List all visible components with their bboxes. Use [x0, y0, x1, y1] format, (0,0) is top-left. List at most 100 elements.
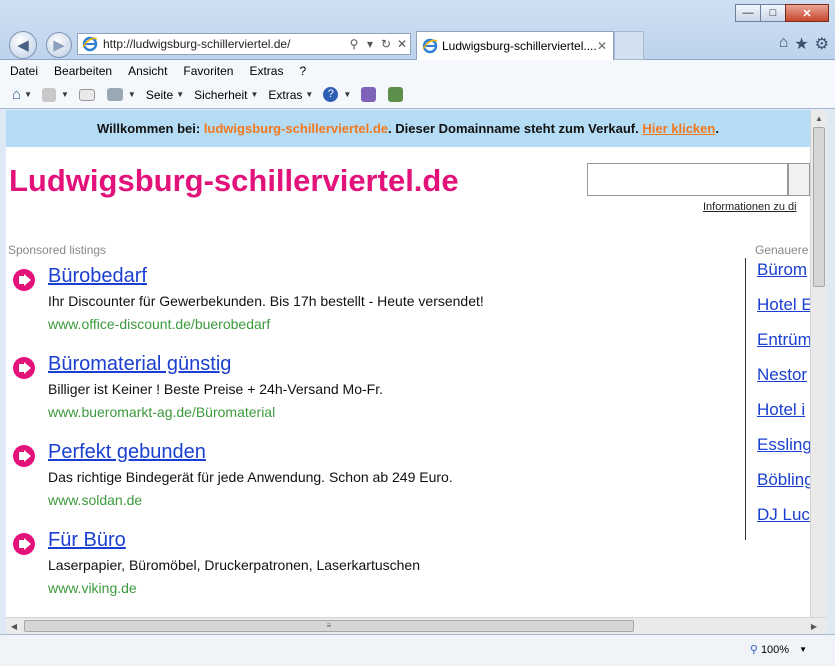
tools-menu-label: Extras [268, 87, 303, 102]
scroll-right-icon[interactable]: ▶ [806, 618, 822, 635]
banner-link[interactable]: Hier klicken [642, 121, 715, 136]
listing-title[interactable]: Büromaterial günstig [48, 353, 231, 376]
print-button[interactable]: ▼ [106, 88, 136, 101]
command-bar: ⌂ ▼ ▼ ▼ Seite ▼ Sicherheit ▼ Extras ▼ ? ▼ [0, 81, 835, 109]
menu-item-datei[interactable]: Datei [10, 64, 38, 78]
sponsored-listings-label: Sponsored listings [8, 243, 107, 257]
home-icon[interactable]: ⌂ [779, 34, 789, 54]
arrow-right-icon[interactable] [13, 269, 35, 291]
mail-button[interactable] [78, 88, 97, 101]
rss-feed-icon [41, 87, 56, 102]
related-link[interactable]: Entrüm [757, 330, 810, 350]
listing-description: Billiger ist Keiner ! Beste Preise + 24h… [48, 381, 383, 397]
close-tab-icon[interactable]: ✕ [597, 39, 613, 53]
listing-url[interactable]: www.viking.de [48, 580, 137, 596]
related-link[interactable]: Hotel E [757, 295, 810, 315]
horizontal-scroll-thumb[interactable]: ≡ [24, 620, 634, 632]
page-menu-label: Seite [145, 87, 174, 102]
tools-menu-button[interactable]: Extras ▼ [268, 88, 313, 102]
status-bar: ⚲ 100% ▼ [0, 634, 835, 666]
related-link[interactable]: Essling [757, 435, 810, 455]
listing-url[interactable]: www.office-discount.de/buerobedarf [48, 316, 270, 332]
dropdown-icon[interactable]: ▾ [362, 37, 378, 51]
menu-item-bearbeiten[interactable]: Bearbeiten [54, 64, 112, 78]
home-icon: ⌂ [12, 86, 22, 103]
help-icon: ? [323, 87, 339, 102]
tab-active[interactable]: Ludwigsburg-schillerviertel.... ✕ [416, 31, 614, 60]
maximize-button[interactable]: □ [760, 4, 786, 22]
zoom-control[interactable]: ⚲ 100% ▼ [749, 643, 807, 657]
related-link[interactable]: Böbling [757, 470, 810, 490]
arrow-right-icon[interactable] [13, 533, 35, 555]
messenger-icon [388, 87, 404, 102]
menu-item-extras[interactable]: Extras [249, 64, 283, 78]
sale-banner: Willkommen bei: ludwigsburg-schillervier… [6, 110, 810, 147]
arrow-right-icon[interactable] [13, 357, 35, 379]
new-tab-button[interactable] [614, 31, 644, 60]
scroll-left-icon[interactable]: ◀ [6, 618, 22, 635]
banner-domain: ludwigsburg-schillerviertel.de [203, 121, 389, 136]
vertical-scroll-thumb[interactable] [813, 127, 825, 287]
menu-item-ansicht[interactable]: Ansicht [128, 64, 167, 78]
stop-icon[interactable]: ✕ [394, 37, 410, 51]
address-url[interactable]: http://ludwigsburg-schillerviertel.de/ [103, 37, 346, 51]
listing-description: Das richtige Bindegerät für jede Anwendu… [48, 469, 453, 485]
title-bar: — □ ✕ ◀ ▶ http://ludwigsburg-schillervie… [0, 0, 835, 60]
banner-middle: . Dieser Domainname steht zum Verkauf. [388, 121, 643, 136]
banner-suffix: . [715, 121, 719, 136]
mail-icon [78, 88, 95, 101]
listing-description: Ihr Discounter für Gewerbekunden. Bis 17… [48, 293, 484, 309]
research-button[interactable] [361, 87, 378, 102]
listing-title[interactable]: Perfekt gebunden [48, 441, 206, 464]
site-title: Ludwigsburg-schillerviertel.de [9, 163, 459, 198]
banner-prefix: Willkommen bei: [97, 121, 204, 136]
address-bar[interactable]: http://ludwigsburg-schillerviertel.de/ ⚲… [77, 33, 411, 55]
window-controls: — □ ✕ [735, 4, 829, 22]
tab-title: Ludwigsburg-schillerviertel.... [442, 39, 597, 53]
arrow-right-icon[interactable] [13, 445, 35, 467]
close-window-button[interactable]: ✕ [785, 4, 829, 22]
related-link[interactable]: DJ Luc [757, 505, 810, 525]
related-link[interactable]: Bürom [757, 260, 807, 280]
search-input[interactable] [587, 163, 788, 196]
info-link[interactable]: Informationen zu di [703, 201, 797, 213]
favorites-star-icon[interactable]: ★ [794, 34, 808, 54]
zoom-icon: ⚲ [749, 644, 758, 656]
menu-item-help[interactable]: ? [299, 64, 306, 78]
security-menu-label: Sicherheit [194, 87, 248, 102]
menu-item-favoriten[interactable]: Favoriten [183, 64, 233, 78]
listing-description: Laserpapier, Büromöbel, Druckerpatronen,… [48, 557, 420, 573]
research-icon [361, 87, 377, 102]
horizontal-scrollbar[interactable]: ◀ ≡ ▶ [6, 617, 827, 634]
back-arrow-icon: ◀ [17, 37, 29, 54]
zoom-level: 100% [760, 643, 790, 656]
page-menu-button[interactable]: Seite ▼ [146, 88, 184, 102]
gear-icon[interactable]: ⚙ [815, 34, 829, 54]
back-button[interactable]: ◀ [9, 31, 37, 59]
home-button[interactable]: ⌂ ▼ [12, 86, 32, 103]
forward-button[interactable]: ▶ [46, 32, 72, 58]
related-link[interactable]: Nestor [757, 365, 807, 385]
ie-logo-icon [422, 38, 438, 54]
feeds-button[interactable]: ▼ [41, 87, 69, 102]
search-button[interactable] [788, 163, 810, 196]
vertical-scrollbar[interactable]: ▲ [810, 110, 827, 617]
minimize-button[interactable]: — [735, 4, 761, 22]
menu-bar: Datei Bearbeiten Ansicht Favoriten Extra… [0, 60, 835, 81]
scroll-up-icon[interactable]: ▲ [811, 110, 827, 127]
help-button[interactable]: ? ▼ [323, 87, 351, 102]
refresh-icon[interactable]: ↻ [378, 37, 394, 51]
listing-title[interactable]: Bürobedarf [48, 265, 147, 288]
messenger-button[interactable] [388, 87, 405, 102]
listing-url[interactable]: www.bueromarkt-ag.de/Büromaterial [48, 404, 275, 420]
ie-logo-icon [82, 36, 98, 52]
page-viewport: Willkommen bei: ludwigsburg-schillervier… [6, 110, 810, 617]
search-icon[interactable]: ⚲ [346, 37, 362, 51]
listing-url[interactable]: www.soldan.de [48, 492, 142, 508]
listing-title[interactable]: Für Büro [48, 529, 126, 552]
printer-icon [106, 88, 123, 101]
right-toolbar: ⌂ ★ ⚙ [779, 34, 829, 54]
security-menu-button[interactable]: Sicherheit ▼ [194, 88, 258, 102]
chevron-down-icon: ▼ [799, 645, 807, 654]
related-link[interactable]: Hotel i [757, 400, 805, 420]
